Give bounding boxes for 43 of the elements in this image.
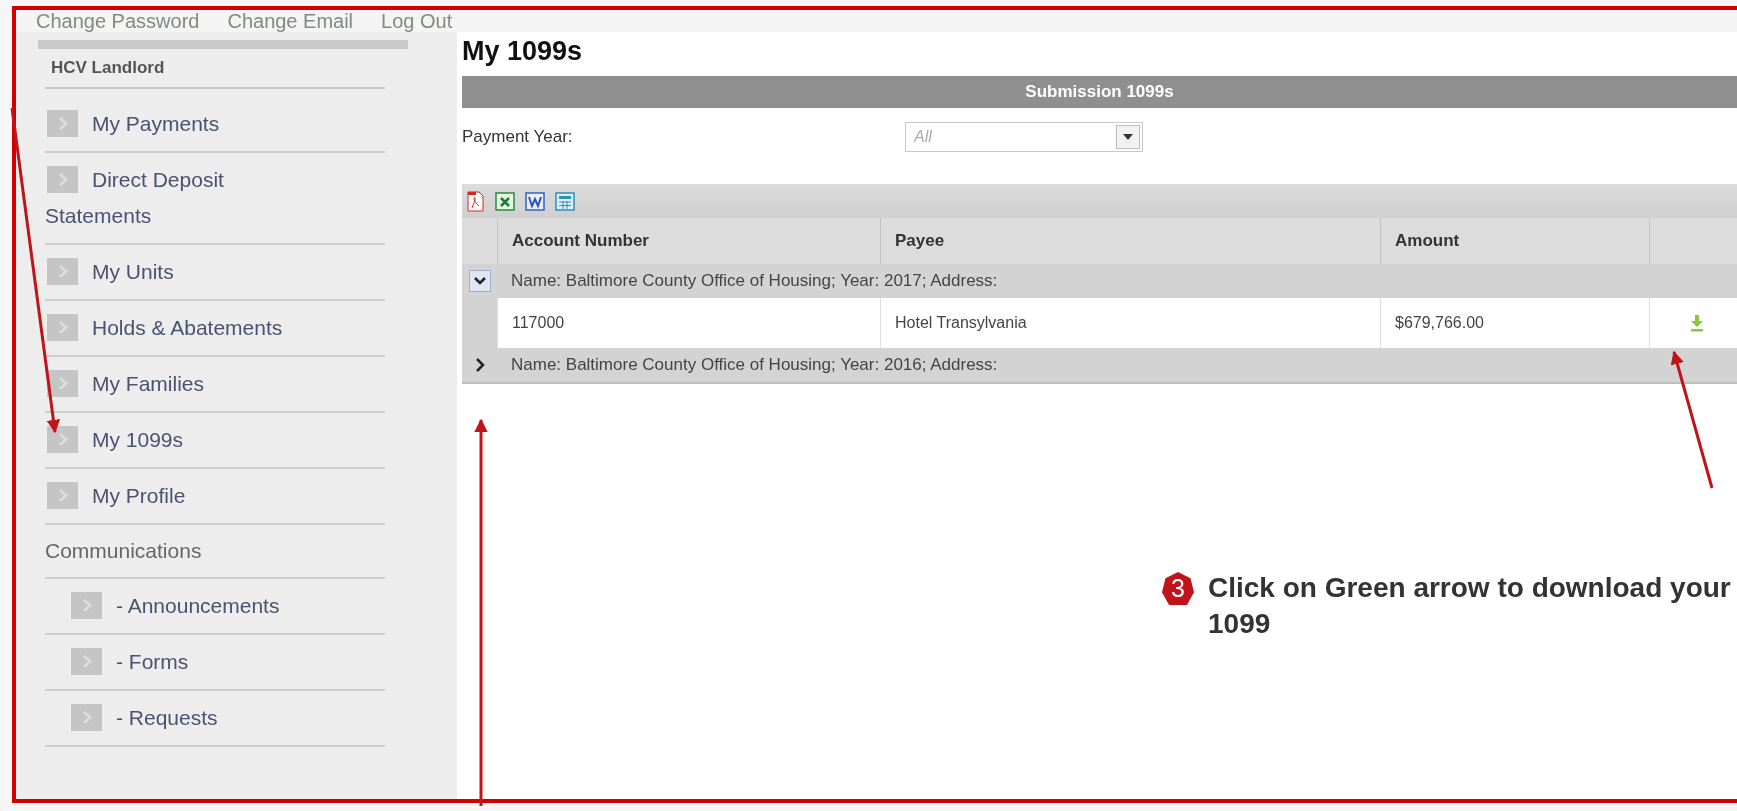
sidebar-item[interactable]: - Announcements <box>45 588 385 624</box>
sidebar-item[interactable]: - Forms <box>45 644 385 680</box>
chevron-icon <box>47 369 78 397</box>
chevron-icon <box>71 703 102 731</box>
sidebar-item[interactable]: Holds & Abatements <box>45 310 315 346</box>
pdf-icon[interactable] <box>464 190 486 212</box>
table-cell: $679,766.00 <box>1380 298 1649 348</box>
sidebar-item[interactable]: My Payments <box>45 106 315 142</box>
chevron-icon <box>47 165 78 193</box>
sidebar-item[interactable]: Direct Deposit Statements <box>45 162 315 234</box>
instruction-text: Click on Green arrow to download your 1099 <box>1208 571 1732 641</box>
page-title: My 1099s <box>462 35 584 68</box>
chevron-icon <box>71 591 102 619</box>
word-document-icon[interactable] <box>524 190 546 212</box>
sidebar-item[interactable]: My Units <box>45 254 315 290</box>
sidebar-item[interactable]: My Profile <box>45 478 315 514</box>
sidebar-section-label: Communications <box>45 539 202 562</box>
calculator-icon[interactable] <box>554 190 576 212</box>
table-cell: Hotel Transylvania <box>880 298 1380 348</box>
column-header[interactable]: Payee <box>880 218 1380 264</box>
expand-toggle-icon[interactable] <box>474 358 485 372</box>
chevron-icon <box>47 425 78 453</box>
chevron-icon <box>47 257 78 285</box>
dropdown-button[interactable] <box>1116 125 1140 149</box>
group-row-label: Name: Baltimore County Office of Housing; Year: 2016; Address: <box>497 348 1737 384</box>
column-header[interactable]: Account Number <box>497 218 880 264</box>
collapse-toggle-icon[interactable] <box>468 270 491 292</box>
year-dropdown-field[interactable]: All <box>905 122 1143 152</box>
dropdown-caret-icon <box>1123 134 1133 140</box>
sidebar-item[interactable]: - Requests <box>45 700 385 736</box>
sidebar-item[interactable]: My 1099s <box>45 422 315 458</box>
sidebar-item[interactable]: My Families <box>45 366 315 402</box>
chevron-icon <box>71 647 102 675</box>
column-header[interactable]: Amount <box>1380 218 1649 264</box>
table-cell: 117000 <box>497 298 880 348</box>
chevron-icon <box>47 109 78 137</box>
field-label: Payment Year: <box>462 127 574 147</box>
chevron-icon <box>47 313 78 341</box>
sidebar-heading: HCV Landlord <box>50 58 165 78</box>
spreadsheet-icon[interactable] <box>494 190 516 212</box>
chevron-icon <box>47 481 78 509</box>
group-row-label: Name: Baltimore County Office of Housing; Year: 2017; Address: <box>510 270 999 292</box>
panel-header: Submission 1099s <box>462 76 1737 108</box>
